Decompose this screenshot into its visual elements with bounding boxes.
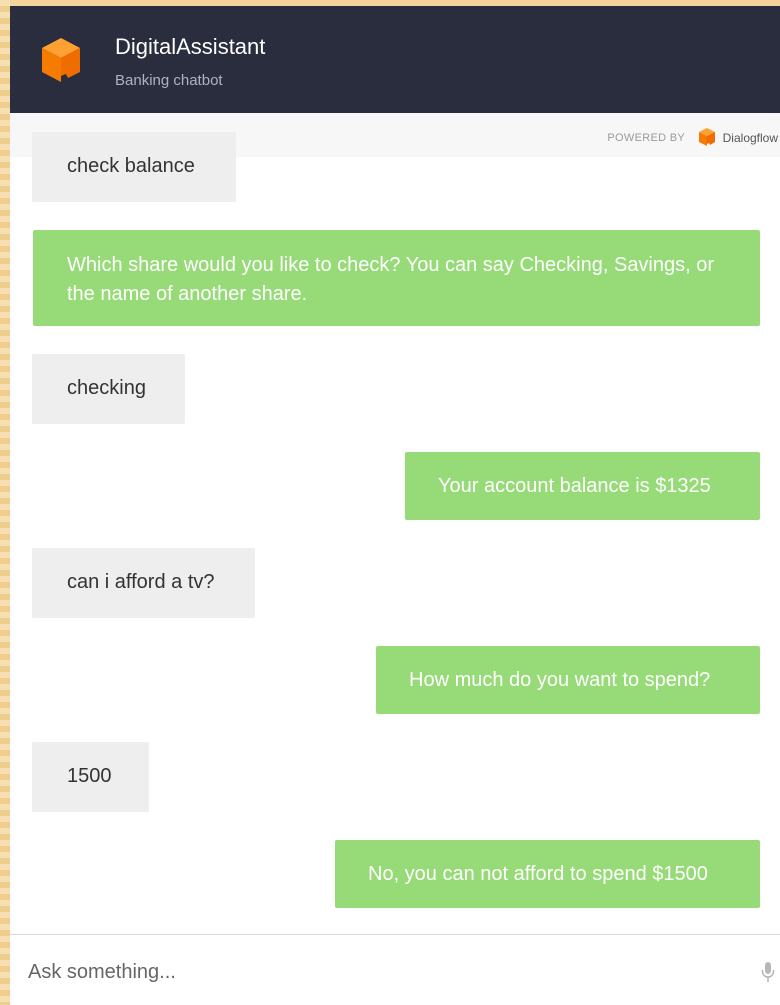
assistant-subtitle: Banking chatbot [115, 72, 223, 89]
user-message: can i afford a tv? [32, 548, 255, 618]
dialogflow-logo-icon [699, 128, 715, 146]
powered-by-label: POWERED BY [607, 132, 685, 144]
dialogflow-brand: Dialogflow [722, 131, 778, 145]
user-message: check balance [32, 132, 236, 202]
bot-message: Which share would you like to check? You… [33, 230, 760, 326]
bot-message: Your account balance is $1325 [405, 452, 760, 520]
chat-window: DigitalAssistant Banking chatbot POWERED… [10, 6, 780, 1005]
cube-logo-icon [42, 38, 80, 82]
user-message: checking [32, 354, 185, 424]
message-composer [10, 934, 780, 1005]
user-message: 1500 [32, 742, 149, 812]
microphone-icon[interactable] [761, 961, 775, 983]
assistant-title: DigitalAssistant [115, 34, 266, 59]
message-input[interactable] [28, 957, 708, 987]
background-strip [0, 0, 10, 1005]
bot-message: No, you can not afford to spend $1500 [335, 840, 760, 908]
bot-message: How much do you want to spend? [376, 646, 760, 714]
chat-header: DigitalAssistant Banking chatbot [10, 6, 780, 113]
